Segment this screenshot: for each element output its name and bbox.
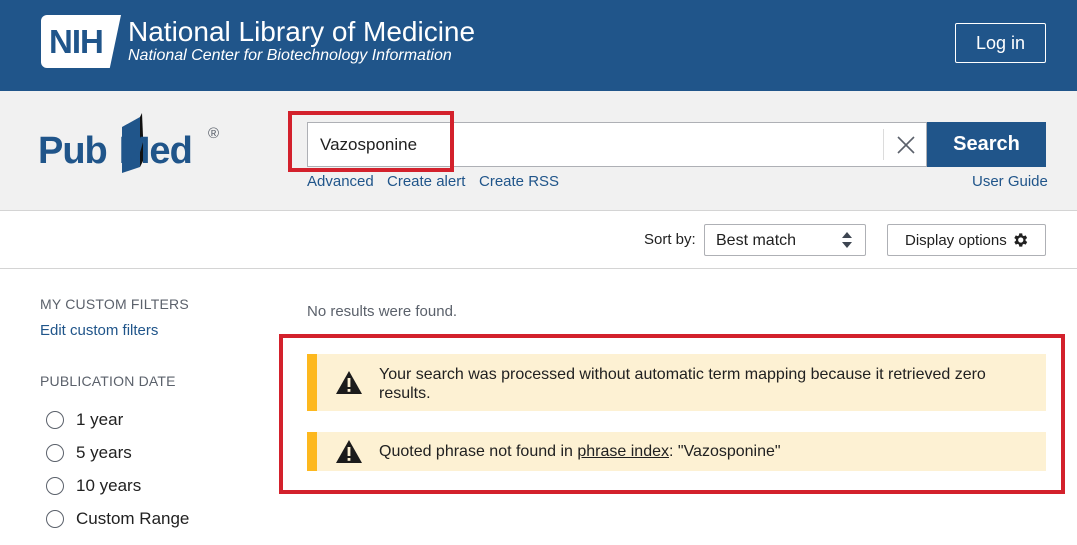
user-guide-link[interactable]: User Guide [972,173,1048,190]
pubmed-wordmark-pub: Pub [38,130,108,172]
close-icon[interactable] [895,134,917,156]
create-rss-link[interactable]: Create RSS [479,173,559,190]
radio-label: 1 year [76,410,124,429]
edit-custom-filters-link[interactable]: Edit custom filters [40,322,158,339]
alert-text-after: : "Vazosponine" [669,443,781,460]
radio-label: Custom Range [76,509,190,528]
no-results-message: No results were found. [307,303,458,320]
phrase-index-link[interactable]: phrase index [577,443,669,460]
create-alert-link[interactable]: Create alert [387,173,465,190]
radio-button[interactable] [46,510,64,528]
nlm-title[interactable]: National Library of Medicine [128,15,475,49]
radio-label: 10 years [76,476,142,495]
registered-mark: ® [208,125,220,142]
search-button[interactable]: Search [927,122,1046,167]
display-options-button[interactable]: Display options [887,224,1046,256]
sort-arrows-icon [842,232,852,248]
nih-logo-text: NIH [49,22,104,60]
radio-label: 5 years [76,443,132,462]
custom-filters-heading: MY CUSTOM FILTERS [40,296,189,312]
sort-select[interactable]: Best match [704,224,866,256]
search-query-text[interactable]: Vazosponine [320,135,417,155]
display-options-label: Display options [905,232,1007,249]
gear-icon [1014,233,1028,247]
alert-text: Quoted phrase not found in phrase index:… [379,442,781,461]
radio-button[interactable] [46,477,64,495]
search-input[interactable]: Vazosponine [307,122,927,167]
ncbi-subtitle: National Center for Biotechnology Inform… [128,47,452,64]
advanced-search-link[interactable]: Advanced [307,173,374,190]
alert-term-mapping: Your search was processed without automa… [307,354,1046,411]
nih-logo[interactable]: NIH [41,15,121,68]
login-button[interactable]: Log in [955,23,1046,63]
publication-date-heading: PUBLICATION DATE [40,373,176,389]
clear-divider [883,129,884,160]
sort-label: Sort by: [644,231,696,248]
pubmed-wordmark-med: Med [118,130,193,172]
warning-icon [336,371,362,394]
sort-value: Best match [716,232,797,249]
alert-text-before: Quoted phrase not found in [379,443,578,460]
radio-button[interactable] [46,411,64,429]
alert-text: Your search was processed without automa… [379,366,986,402]
pubmed-wordmark: Pub Med [38,130,193,173]
alert-phrase-not-found: Quoted phrase not found in phrase index:… [307,432,1046,471]
warning-icon [336,440,362,463]
radio-button[interactable] [46,444,64,462]
